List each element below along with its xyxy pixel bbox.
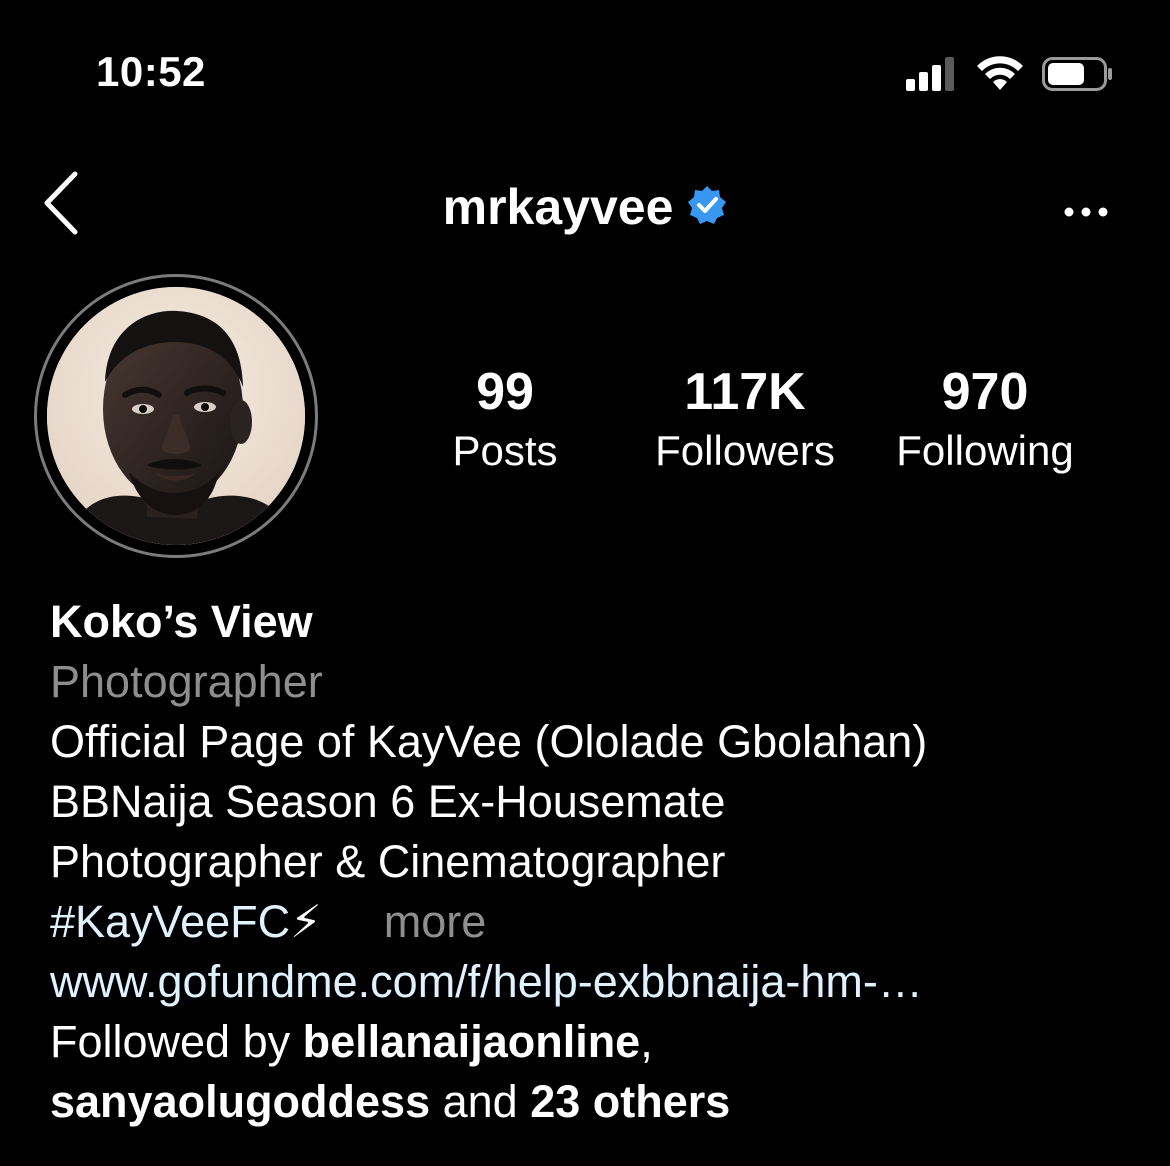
followed-by-prefix: Followed by	[50, 1016, 303, 1067]
profile-photo	[47, 287, 305, 545]
status-icons	[906, 56, 1114, 92]
bio-website-link[interactable]: www.gofundme.com/f/help-exbbnaija-hm-…	[50, 952, 1140, 1012]
posts-count: 99	[476, 363, 534, 421]
followed-by-separator: ,	[640, 1016, 653, 1067]
username: mrkayvee	[442, 179, 674, 235]
hashtag-link[interactable]: #KayVeeFC	[50, 896, 290, 947]
profile-header: mrkayvee	[0, 178, 1170, 236]
followers-label: Followers	[655, 427, 835, 474]
bio-more-button[interactable]: more	[384, 896, 487, 947]
bio-hashtag-line: #KayVeeFC⚡ more	[50, 892, 1140, 952]
bio-line-1: Official Page of KayVee (Ololade Gbolaha…	[50, 716, 928, 767]
avatar-ring[interactable]	[34, 274, 318, 558]
profile-category: Photographer	[50, 656, 323, 707]
followed-by-and: and	[430, 1076, 531, 1127]
followed-by-line-2[interactable]: sanyaolugoddess and 23 others	[50, 1072, 1140, 1132]
lightning-emoji-icon: ⚡	[290, 896, 322, 947]
stat-posts[interactable]: 99 Posts	[430, 362, 580, 480]
stat-followers[interactable]: 117K Followers	[630, 362, 860, 480]
status-time: 10:52	[96, 48, 206, 95]
verified-badge-icon	[687, 185, 727, 230]
profile-bio: Koko’s View Photographer Official Page o…	[50, 592, 1140, 1132]
ellipsis-icon	[1064, 207, 1108, 217]
bio-line-3: Photographer & Cinematographer	[50, 836, 726, 887]
followed-by-others: 23 others	[530, 1076, 731, 1127]
stat-following[interactable]: 970 Following	[870, 362, 1100, 480]
bio-line-2: BBNaija Season 6 Ex-Housemate	[50, 776, 726, 827]
followed-by-user-1: bellanaijaonline	[302, 1016, 641, 1067]
wifi-icon	[976, 56, 1024, 92]
display-name: Koko’s View	[50, 596, 313, 647]
followers-count: 117K	[684, 363, 806, 421]
cellular-signal-icon	[906, 57, 958, 91]
avatar	[47, 287, 305, 545]
battery-icon	[1042, 56, 1114, 92]
followed-by-user-2: sanyaolugoddess	[50, 1076, 431, 1127]
more-options-button[interactable]	[1058, 192, 1114, 232]
following-label: Following	[896, 427, 1074, 474]
posts-label: Posts	[452, 427, 558, 474]
following-count: 970	[941, 363, 1029, 421]
followed-by-line-1[interactable]: Followed by bellanaijaonline,	[50, 1012, 1140, 1072]
